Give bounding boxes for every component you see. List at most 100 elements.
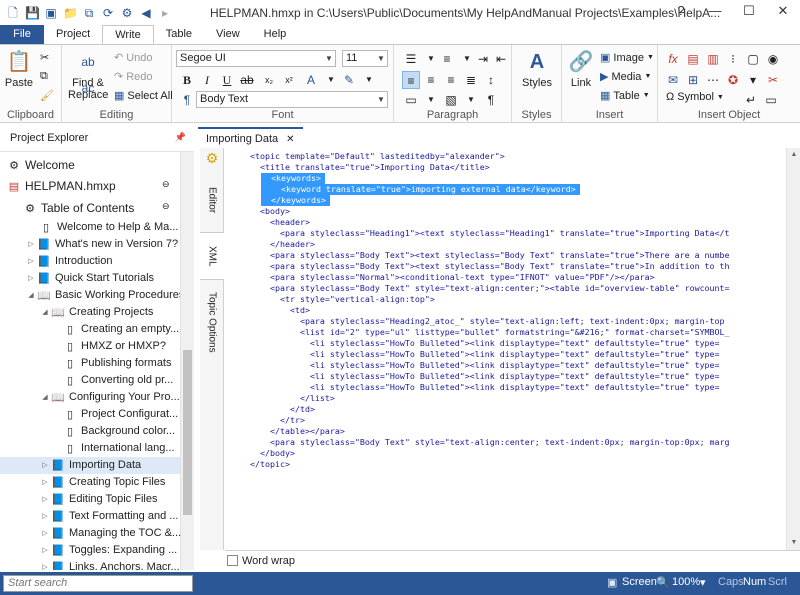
document-tab[interactable]: Importing Data ✕ bbox=[198, 127, 303, 149]
formula-icon[interactable]: fx bbox=[664, 50, 682, 68]
tree-item[interactable]: ◢ 📖 Basic Working Procedures bbox=[26, 287, 180, 304]
date-icon[interactable]: ⋯ bbox=[704, 71, 722, 89]
tree-item[interactable]: ▷ 📘 Managing the TOC &... bbox=[40, 525, 180, 542]
side-tab-editor[interactable]: Editor bbox=[200, 170, 224, 230]
copy-icon[interactable]: ⧉ bbox=[82, 6, 96, 20]
tree-item[interactable]: ▷ 📘 What's new in Version 7? bbox=[26, 236, 178, 253]
text-color-icon[interactable]: A bbox=[302, 71, 320, 89]
tab-view[interactable]: View bbox=[204, 25, 252, 44]
chevron-down-icon[interactable]: ▼ bbox=[322, 71, 340, 89]
align-left-icon[interactable]: ≡ bbox=[402, 71, 420, 89]
underline-button[interactable]: U bbox=[218, 71, 236, 89]
find-replace-button[interactable]: ab ac Find & Replace bbox=[68, 49, 108, 101]
new-file-icon[interactable]: 🗋 bbox=[6, 6, 20, 20]
tree-scrollbar[interactable] bbox=[180, 152, 194, 570]
indent-icon[interactable]: ⇥ bbox=[474, 50, 492, 68]
scroll-down-icon[interactable]: ▼ bbox=[787, 536, 800, 550]
pin-icon[interactable]: 📌 bbox=[175, 132, 186, 143]
close-button[interactable]: ✕ bbox=[766, 0, 800, 24]
line-break-icon[interactable]: ↵ bbox=[742, 91, 760, 109]
cut-icon[interactable]: ✂ bbox=[40, 51, 49, 64]
compile-icon[interactable]: ⚙ bbox=[120, 6, 134, 20]
tree-item-toc[interactable]: ⚙ Table of Contents bbox=[22, 200, 134, 217]
script-icon[interactable]: ✪ bbox=[724, 71, 742, 89]
tree-item[interactable]: ▯ Background color... bbox=[62, 423, 175, 440]
tree-item[interactable]: ▯ International lang... bbox=[62, 440, 175, 457]
strikethrough-button[interactable]: ab bbox=[238, 71, 256, 89]
forward-icon[interactable]: ▸ bbox=[158, 6, 172, 20]
snippet-icon[interactable]: ▥ bbox=[704, 50, 722, 68]
outdent-icon[interactable]: ⇤ bbox=[492, 50, 510, 68]
bold-button[interactable]: B bbox=[178, 71, 196, 89]
tree-item[interactable]: ▯ HMXZ or HMXP? bbox=[62, 338, 166, 355]
back-icon[interactable]: ◀ bbox=[139, 6, 153, 20]
tree-item-project[interactable]: ▤ HELPMAN.hmxp bbox=[6, 178, 116, 195]
shading-icon[interactable]: ▧ bbox=[442, 91, 460, 109]
tree-item[interactable]: ◢ 📖 Configuring Your Pro... bbox=[40, 389, 179, 406]
tab-file[interactable]: File bbox=[0, 25, 44, 44]
tree-item-selected[interactable]: ▷ 📘 Importing Data bbox=[0, 457, 180, 474]
tree-item[interactable]: ▷ 📘 Text Formatting and ... bbox=[40, 508, 178, 525]
tree-item[interactable]: ▯ Project Configurat... bbox=[62, 406, 178, 423]
maximize-button[interactable]: ☐ bbox=[732, 0, 766, 24]
font-size-select[interactable]: 11 ▼ bbox=[342, 50, 388, 67]
collapse-icon[interactable]: ⊖ bbox=[162, 201, 170, 212]
undo-button[interactable]: ↶ Undo bbox=[114, 51, 153, 65]
field-icon[interactable]: ▢ bbox=[744, 50, 762, 68]
view-mode[interactable]: Screen bbox=[622, 576, 657, 588]
tree-item[interactable]: ▯ Creating an empty... bbox=[62, 321, 179, 338]
side-tab-topic-options[interactable]: Topic Options bbox=[200, 282, 224, 362]
xml-editor[interactable]: <topic template="Default" lasteditedby="… bbox=[225, 148, 786, 550]
tree-item[interactable]: ▷ 📘 Creating Topic Files bbox=[40, 474, 165, 491]
page-break-icon[interactable]: ▭ bbox=[762, 91, 780, 109]
tree-scrollbar-thumb[interactable] bbox=[183, 350, 192, 515]
comment-icon[interactable]: ✉ bbox=[664, 71, 682, 89]
variable-icon[interactable]: ⁝ bbox=[724, 50, 742, 68]
minimize-button[interactable]: — bbox=[698, 0, 732, 24]
tab-project[interactable]: Project bbox=[44, 25, 102, 44]
editor-scrollbar[interactable]: ▲ ▼ bbox=[786, 148, 800, 550]
redo-button[interactable]: ↷ Redo bbox=[114, 70, 153, 84]
tree-item[interactable]: ▷ 📘 Editing Topic Files bbox=[40, 491, 157, 508]
tree-item[interactable]: ▷ 📘 Quick Start Tutorials bbox=[26, 270, 154, 287]
object-icon[interactable]: ◉ bbox=[764, 50, 782, 68]
zoom-slider-icon[interactable]: ▾ bbox=[700, 576, 706, 589]
collapse-icon[interactable]: ⊖ bbox=[162, 179, 170, 190]
italic-button[interactable]: I bbox=[198, 71, 216, 89]
media-button[interactable]: ▶ Media ▼ bbox=[600, 70, 651, 84]
save-icon[interactable]: 💾 bbox=[25, 6, 40, 20]
close-tab-icon[interactable]: ✕ bbox=[286, 134, 294, 145]
search-input[interactable]: Start search bbox=[3, 575, 193, 592]
tree-item[interactable]: ▷ 📘 Introduction bbox=[26, 253, 112, 270]
style-painter-icon[interactable]: ¶ bbox=[178, 91, 196, 109]
copy-button-icon[interactable]: ⧉ bbox=[40, 70, 48, 83]
line-spacing-icon[interactable]: ↕ bbox=[482, 71, 500, 89]
tree-item[interactable]: ▯ Welcome to Help & Ma... bbox=[38, 219, 178, 236]
open-folder-icon[interactable]: 📁 bbox=[63, 6, 78, 20]
side-tab-xml[interactable]: XML bbox=[200, 232, 224, 280]
align-right-icon[interactable]: ≡ bbox=[442, 71, 460, 89]
condition-icon[interactable]: ✂ bbox=[764, 71, 782, 89]
zoom-level[interactable]: 100% bbox=[672, 576, 700, 588]
subscript-button[interactable]: x₂ bbox=[260, 71, 278, 89]
styles-button[interactable]: A Styles bbox=[518, 49, 556, 89]
save-all-icon[interactable]: ▣ bbox=[44, 6, 58, 20]
image-button[interactable]: ▣ Image ▼ bbox=[600, 51, 654, 65]
chevron-down-icon[interactable]: ▼ bbox=[360, 71, 378, 89]
align-center-icon[interactable]: ≡ bbox=[422, 71, 440, 89]
chevron-down-icon[interactable]: ▼ bbox=[422, 91, 440, 109]
chevron-down-icon[interactable]: ▾ bbox=[744, 71, 762, 89]
highlight-icon[interactable]: ✎ bbox=[340, 71, 358, 89]
refresh-icon[interactable]: ⟳ bbox=[101, 6, 115, 20]
symbol-button[interactable]: Ω Symbol ▼ bbox=[666, 91, 724, 103]
tab-table[interactable]: Table bbox=[154, 25, 204, 44]
chevron-down-icon[interactable]: ▼ bbox=[462, 91, 480, 109]
tree-item[interactable]: ▯ Publishing formats bbox=[62, 355, 172, 372]
numbering-icon[interactable]: ≡ bbox=[438, 50, 456, 68]
table-button[interactable]: ▦ Table ▼ bbox=[600, 89, 650, 103]
help-icon[interactable]: ? bbox=[664, 0, 698, 24]
pilcrow-icon[interactable]: ¶ bbox=[482, 91, 500, 109]
bullets-icon[interactable]: ☰ bbox=[402, 50, 420, 68]
tree-item[interactable]: ▷ 📘 Links, Anchors, Macr... bbox=[40, 559, 179, 570]
pdf-icon[interactable]: ▤ bbox=[684, 50, 702, 68]
